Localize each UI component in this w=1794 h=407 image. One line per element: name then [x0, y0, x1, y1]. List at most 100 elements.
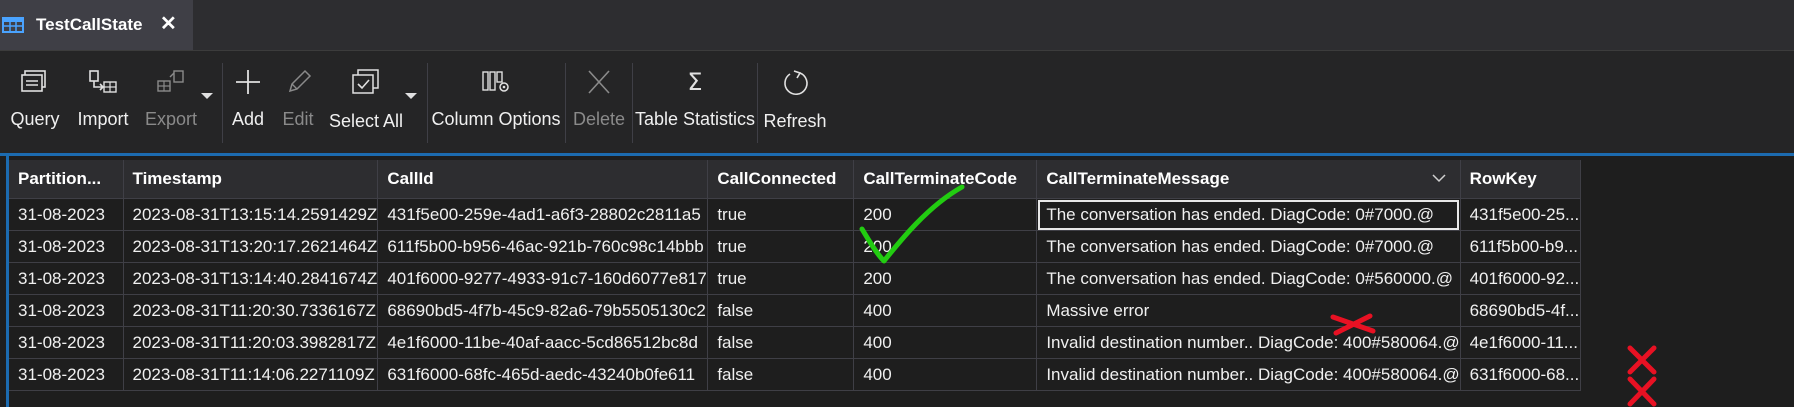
toolbar-separator — [757, 63, 758, 143]
cell-timestamp[interactable]: 2023-08-31T11:14:06.2271109Z — [123, 358, 379, 391]
tab-testcallstate[interactable]: TestCallState ✕ — [0, 0, 193, 50]
cell-callid[interactable]: 4e1f6000-11be-40af-aacc-5cd86512bc8d — [377, 326, 709, 359]
cell-callid[interactable]: 611f5b00-b956-46ac-921b-760c98c14bbb — [377, 230, 709, 263]
delete-label: Delete — [572, 109, 626, 129]
cell-callconnected[interactable]: false — [707, 326, 855, 359]
red-cross-mark-icon — [1627, 345, 1657, 375]
cell-partitionkey[interactable]: 31-08-2023 — [9, 198, 124, 231]
cell-callterminatemessage[interactable]: Massive error — [1036, 294, 1461, 327]
column-header-callconnected[interactable]: CallConnected — [707, 160, 855, 199]
cell-partitionkey[interactable]: 31-08-2023 — [9, 262, 124, 295]
cell-callconnected[interactable]: false — [707, 294, 855, 327]
cell-callid[interactable]: 401f6000-9277-4933-91c7-160d6077e817 — [377, 262, 709, 295]
cell-timestamp[interactable]: 2023-08-31T13:14:40.2841674Z — [123, 262, 379, 295]
export-dropdown-arrow-icon[interactable] — [201, 93, 213, 99]
cell-callconnected[interactable]: true — [707, 230, 855, 263]
column-options-button[interactable]: Column Options — [431, 69, 561, 139]
refresh-label: Refresh — [763, 111, 827, 131]
red-cross-mark-icon — [1627, 376, 1657, 407]
close-icon[interactable]: ✕ — [160, 13, 177, 35]
table-statistics-button[interactable]: Σ Table Statistics — [635, 68, 755, 139]
cell-timestamp[interactable]: 2023-08-31T13:20:17.2621464Z — [123, 230, 379, 263]
toolbar-separator — [565, 63, 566, 143]
select-all-icon — [352, 69, 379, 94]
table-row[interactable]: 31-08-2023 2023-08-31T11:14:06.2271109Z … — [9, 358, 1581, 391]
export-icon — [157, 70, 184, 92]
cell-partitionkey[interactable]: 31-08-2023 — [9, 326, 124, 359]
column-header-callterminatecode[interactable]: CallTerminateCode — [853, 160, 1038, 199]
cell-timestamp[interactable]: 2023-08-31T13:15:14.2591429Z — [123, 198, 379, 231]
pencil-icon — [288, 69, 312, 93]
tab-bar: TestCallState ✕ — [0, 0, 1794, 50]
cell-callid[interactable]: 431f5e00-259e-4ad1-a6f3-28802c2811a5 — [377, 198, 709, 231]
cell-callterminatecode[interactable]: 400 — [853, 326, 1038, 359]
table-row[interactable]: 31-08-2023 2023-08-31T13:20:17.2621464Z … — [9, 230, 1581, 263]
select-all-button[interactable]: Select All — [329, 69, 403, 139]
table-row[interactable]: 31-08-2023 2023-08-31T11:20:03.3982817Z … — [9, 326, 1581, 359]
cell-callterminatemessage[interactable]: The conversation has ended. DiagCode: 0#… — [1036, 230, 1461, 263]
cell-rowkey[interactable]: 611f5b00-b9... — [1460, 230, 1581, 263]
delete-x-icon — [588, 70, 610, 94]
query-button[interactable]: Query — [10, 69, 60, 139]
column-header-label: CallTerminateMessage — [1046, 169, 1230, 188]
export-button[interactable]: Export — [144, 69, 198, 139]
cell-rowkey[interactable]: 431f5e00-25... — [1460, 198, 1581, 231]
cell-timestamp[interactable]: 2023-08-31T11:20:30.7336167Z — [123, 294, 379, 327]
toolbar: Query Import Export Add Edit Select All … — [0, 50, 1794, 154]
sigma-icon: Σ — [687, 68, 703, 96]
cell-partitionkey[interactable]: 31-08-2023 — [9, 358, 124, 391]
toolbar-separator — [427, 63, 428, 143]
cell-callid[interactable]: 68690bd5-4f7b-45c9-82a6-79b5505130c2 — [377, 294, 709, 327]
cell-timestamp[interactable]: 2023-08-31T11:20:03.3982817Z — [123, 326, 379, 359]
cell-callterminatecode[interactable]: 400 — [853, 358, 1038, 391]
select-all-dropdown-arrow-icon[interactable] — [405, 93, 417, 99]
table-statistics-label: Table Statistics — [634, 109, 756, 129]
add-button[interactable]: Add — [232, 69, 264, 139]
toolbar-separator — [632, 63, 633, 143]
table-header-row: Partition... Timestamp CallId CallConnec… — [9, 160, 1581, 199]
column-options-label: Column Options — [431, 109, 561, 129]
cell-partitionkey[interactable]: 31-08-2023 — [9, 294, 124, 327]
cell-callterminatecode[interactable]: 200 — [853, 198, 1038, 231]
edit-label: Edit — [282, 109, 314, 129]
cell-callconnected[interactable]: true — [707, 198, 855, 231]
column-header-partitionkey[interactable]: Partition... — [9, 160, 124, 199]
toolbar-separator — [222, 63, 223, 143]
cell-rowkey[interactable]: 4e1f6000-11... — [1460, 326, 1581, 359]
edit-button[interactable]: Edit — [282, 69, 314, 139]
table-icon — [0, 12, 26, 38]
chevron-down-icon[interactable] — [1432, 173, 1446, 183]
query-icon — [21, 70, 46, 92]
import-label: Import — [77, 109, 129, 129]
cell-callconnected[interactable]: true — [707, 262, 855, 295]
add-label: Add — [231, 109, 265, 129]
cell-rowkey[interactable]: 401f6000-92... — [1460, 262, 1581, 295]
import-button[interactable]: Import — [77, 69, 129, 139]
table-row[interactable]: 31-08-2023 2023-08-31T13:14:40.2841674Z … — [9, 262, 1581, 295]
table-row[interactable]: 31-08-2023 2023-08-31T13:15:14.2591429Z … — [9, 198, 1581, 231]
cell-partitionkey[interactable]: 31-08-2023 — [9, 230, 124, 263]
cell-callterminatecode[interactable]: 400 — [853, 294, 1038, 327]
cell-callconnected[interactable]: false — [707, 358, 855, 391]
cell-callterminatecode[interactable]: 200 — [853, 230, 1038, 263]
delete-button[interactable]: Delete — [572, 69, 626, 139]
export-label: Export — [144, 109, 198, 129]
column-header-timestamp[interactable]: Timestamp — [123, 160, 379, 199]
plus-icon — [236, 70, 260, 94]
cell-rowkey[interactable]: 631f6000-68... — [1460, 358, 1581, 391]
cell-callterminatemessage[interactable]: Invalid destination number.. DiagCode: 4… — [1036, 358, 1461, 391]
cell-callterminatecode[interactable]: 200 — [853, 262, 1038, 295]
column-header-rowkey[interactable]: RowKey — [1460, 160, 1581, 199]
cell-callterminatemessage[interactable]: The conversation has ended. DiagCode: 0#… — [1036, 262, 1461, 295]
table-row[interactable]: 31-08-2023 2023-08-31T11:20:30.7336167Z … — [9, 294, 1581, 327]
query-label: Query — [10, 109, 60, 129]
refresh-button[interactable]: Refresh — [763, 69, 827, 139]
results-table: Partition... Timestamp CallId CallConnec… — [9, 160, 1581, 391]
cell-callterminatemessage[interactable]: Invalid destination number.. DiagCode: 4… — [1036, 326, 1461, 359]
cell-callid[interactable]: 631f6000-68fc-465d-aedc-43240b0fe611 — [377, 358, 709, 391]
column-header-callid[interactable]: CallId — [377, 160, 709, 199]
column-header-callterminatemessage[interactable]: CallTerminateMessage — [1036, 160, 1461, 199]
cell-rowkey[interactable]: 68690bd5-4f... — [1460, 294, 1581, 327]
cell-callterminatemessage[interactable]: The conversation has ended. DiagCode: 0#… — [1036, 198, 1461, 231]
results-grid: Partition... Timestamp CallId CallConnec… — [0, 153, 1794, 407]
